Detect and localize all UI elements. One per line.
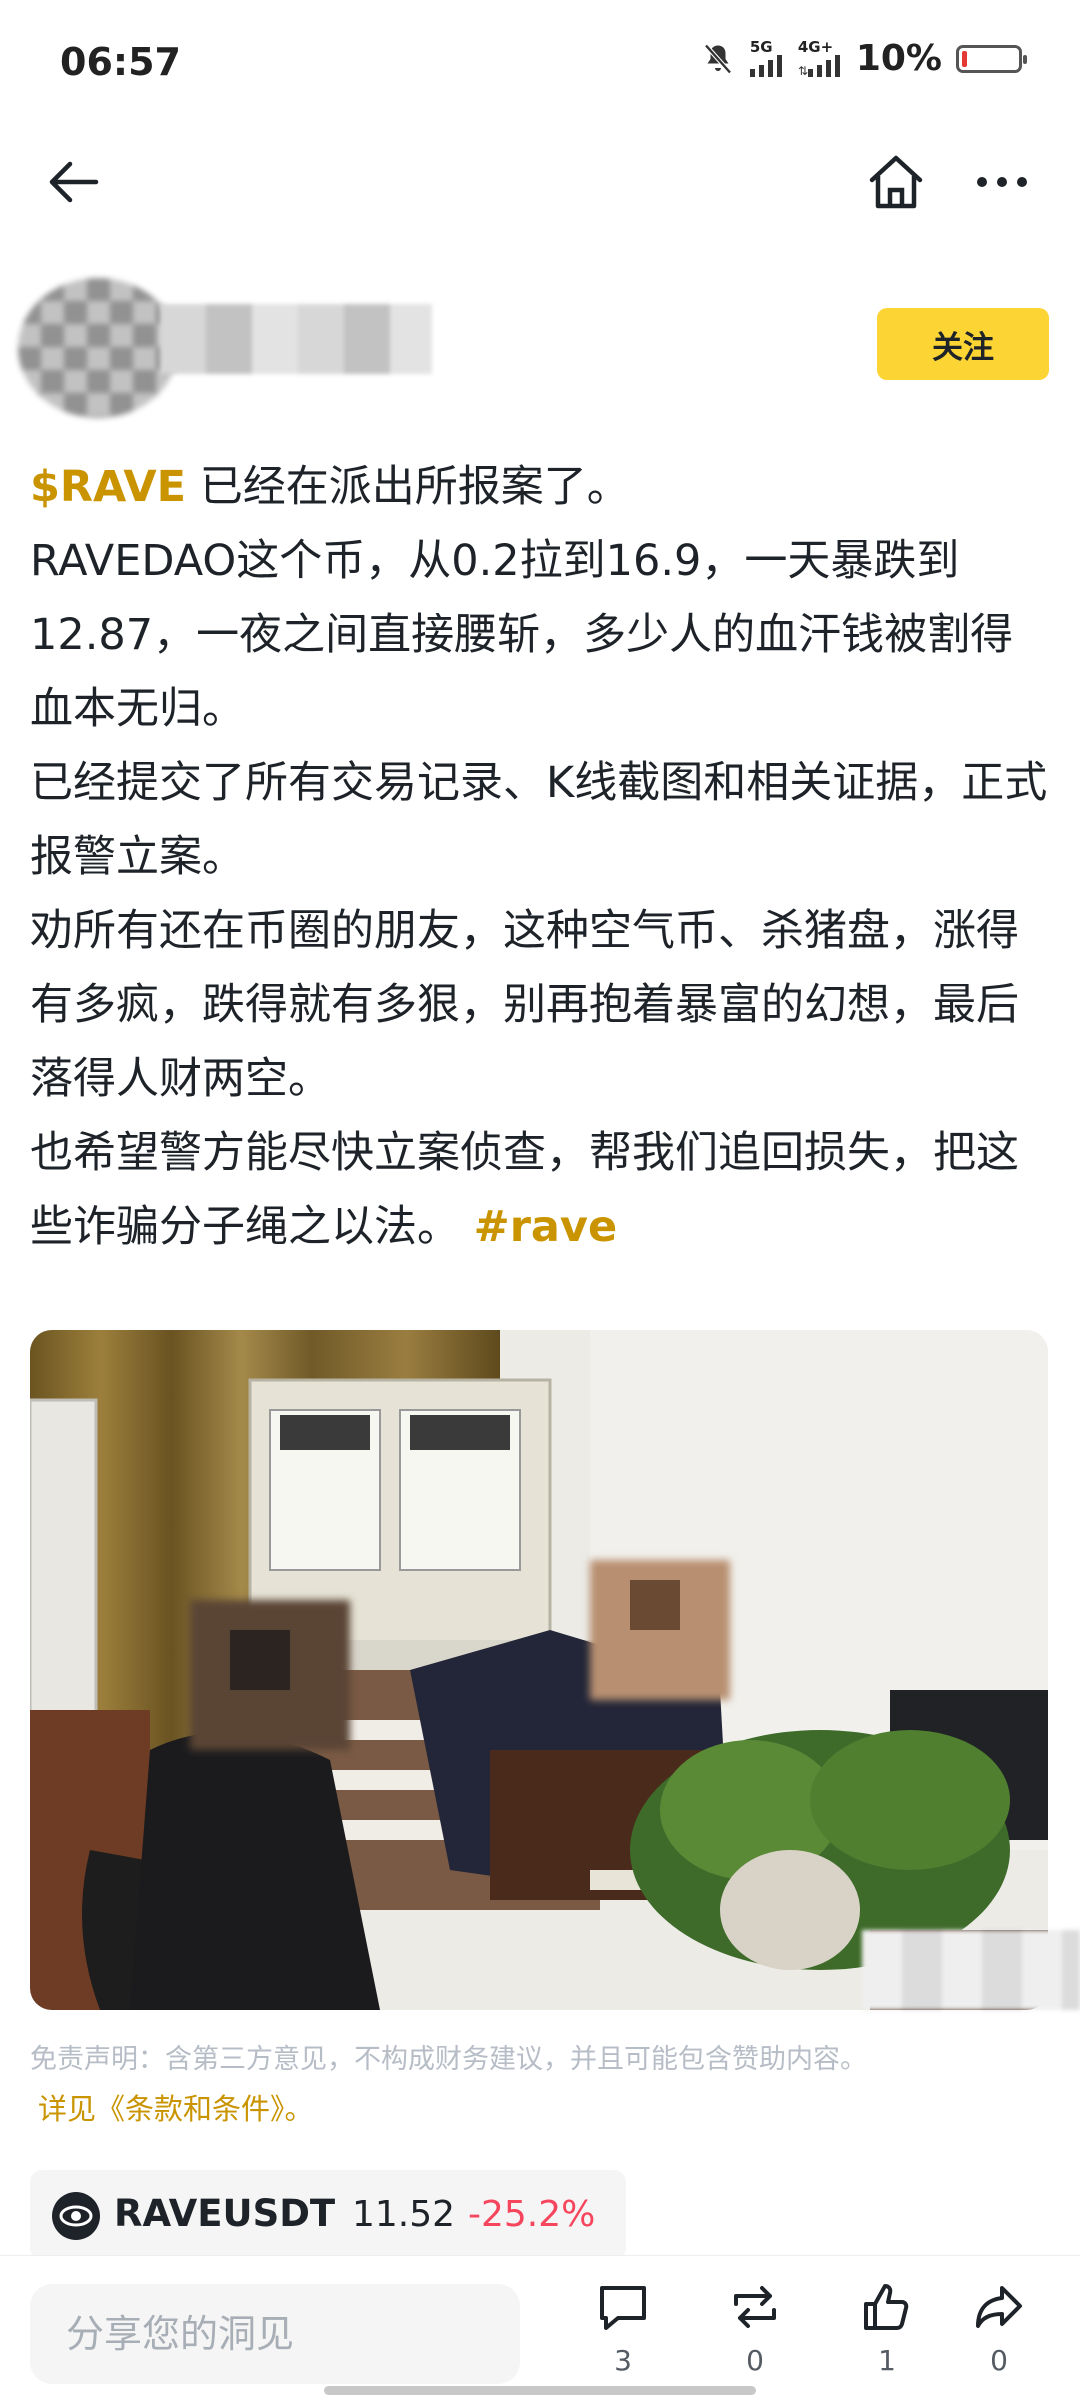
status-time: 06:57 — [60, 40, 181, 84]
repost-button[interactable]: 0 — [710, 2280, 800, 2377]
ticker-card[interactable]: RAVEUSDT 11.52 -25.2% — [30, 2170, 626, 2260]
battery-icon — [956, 44, 1027, 73]
battery-fill — [962, 50, 967, 67]
terms-link[interactable]: 详见《条款和条件》。 — [38, 2086, 314, 2128]
more-button[interactable] — [972, 160, 1032, 204]
post-line-1: $RAVE 已经在派出所报案了。 — [30, 450, 1050, 524]
status-icons: 5G 4G+ ⇅ 10% — [700, 38, 1027, 79]
disclaimer-text: 免责声明：含第三方意见，不构成财务建议，并且可能包含赞助内容。 — [30, 2044, 867, 2075]
avatar[interactable] — [18, 278, 178, 418]
share-button[interactable]: 0 — [954, 2280, 1044, 2377]
home-button[interactable] — [864, 150, 928, 214]
comment-icon — [600, 2286, 646, 2330]
signal-icon: ⇅ — [798, 55, 840, 77]
rave-coin-icon — [52, 2192, 100, 2240]
ticker-symbol: RAVEUSDT — [114, 2192, 336, 2235]
username-blur-overlay — [862, 1930, 1080, 2010]
signal-4g: 4G+ ⇅ — [798, 40, 842, 77]
comment-button[interactable]: 3 — [578, 2280, 668, 2377]
post-paragraph-3: 已经提交了所有交易记录、K线截图和相关证据，正式报警立案。 — [30, 758, 1048, 882]
bottom-action-bar: 3 0 1 0 — [0, 2255, 1080, 2401]
home-indicator[interactable] — [324, 2386, 756, 2395]
post-paragraph-5: 也希望警方能尽快立案侦查，帮我们追回损失，把这些诈骗分子绳之以法。 #rave — [30, 1116, 1050, 1264]
police-station-photo — [30, 1330, 1048, 2010]
back-button[interactable] — [44, 154, 104, 210]
post-body: $RAVE 已经在派出所报案了。 RAVEDAO这个币，从0.2拉到16.9，一… — [30, 450, 1050, 1264]
status-bar: 06:57 5G 4G+ ⇅ 10% — [0, 0, 1080, 130]
comment-input[interactable] — [30, 2284, 520, 2384]
hashtag-link[interactable]: #rave — [474, 1202, 617, 1252]
repost-icon — [734, 2286, 776, 2328]
post-image[interactable] — [30, 1330, 1048, 2010]
back-arrow-icon — [49, 161, 99, 203]
author-row: 关注 — [0, 270, 1080, 420]
signal-5g: 5G — [749, 40, 784, 77]
battery-percent: 10% — [855, 38, 942, 79]
ticker-price: 11.52 — [352, 2194, 456, 2235]
svg-text:⇅: ⇅ — [798, 64, 808, 77]
coin-eye-icon — [59, 2205, 93, 2227]
post-text-segment: 已经在派出所报案了。 — [186, 462, 630, 512]
like-button[interactable]: 1 — [842, 2280, 932, 2377]
home-icon — [869, 155, 923, 209]
thumbs-up-icon — [864, 2284, 909, 2330]
author-name-blurred[interactable] — [160, 304, 432, 374]
post-paragraph-2: RAVEDAO这个币，从0.2拉到16.9，一天暴跌到12.87，一夜之间直接腰… — [30, 536, 1014, 734]
share-count: 0 — [990, 2344, 1008, 2377]
post-paragraph-4: 劝所有还在币圈的朋友，这种空气币、杀猪盘，涨得有多疯，跌得就有多狠，别再抱着暴富… — [30, 906, 1019, 1104]
signal-icon — [749, 55, 782, 77]
top-nav — [0, 130, 1080, 230]
like-count: 1 — [878, 2344, 896, 2377]
follow-button[interactable]: 关注 — [877, 308, 1049, 380]
more-dots-icon — [977, 177, 1027, 187]
share-arrow-icon — [976, 2286, 1022, 2328]
ticker-change: -25.2% — [468, 2194, 596, 2235]
comment-count: 3 — [614, 2344, 632, 2377]
cashtag-link[interactable]: $RAVE — [30, 462, 186, 512]
mute-bell-icon — [704, 43, 732, 74]
repost-count: 0 — [746, 2344, 764, 2377]
